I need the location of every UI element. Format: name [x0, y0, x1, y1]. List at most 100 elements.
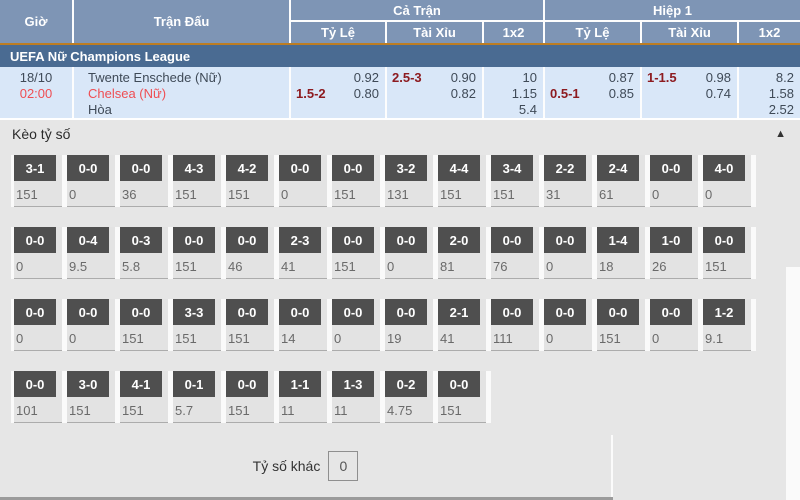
score-odds-cell[interactable]: 0-00: [544, 299, 597, 351]
score-chip[interactable]: 2-0: [438, 227, 480, 253]
away-team[interactable]: Chelsea (Nữ): [88, 86, 289, 102]
score-chip[interactable]: 0-0: [703, 227, 745, 253]
score-chip[interactable]: 0-0: [597, 299, 639, 325]
score-chip[interactable]: 0-0: [120, 155, 162, 181]
score-odds-cell[interactable]: 1-026: [650, 227, 703, 279]
score-chip[interactable]: 0-0: [67, 155, 109, 181]
score-chip[interactable]: 0-0: [173, 227, 215, 253]
score-chip[interactable]: 0-0: [14, 227, 56, 253]
score-odds-cell[interactable]: 1-111: [279, 371, 332, 423]
score-odds-cell[interactable]: 2-461: [597, 155, 650, 207]
score-odds-cell[interactable]: 0-0111: [491, 299, 544, 351]
score-odds-cell[interactable]: 0-0151: [438, 371, 491, 423]
correct-score-header[interactable]: Kèo tỷ số ▲: [0, 120, 800, 147]
chevron-up-icon[interactable]: ▲: [775, 128, 786, 140]
half-handicap-cell[interactable]: 0.5-1 0.87 0.85: [545, 67, 640, 118]
score-odds-cell[interactable]: 0-076: [491, 227, 544, 279]
score-odds-cell[interactable]: 0-49.5: [67, 227, 120, 279]
score-odds-cell[interactable]: 0-00: [67, 155, 120, 207]
score-chip[interactable]: 0-0: [544, 299, 586, 325]
score-odds-cell[interactable]: 3-2131: [385, 155, 438, 207]
score-chip[interactable]: 0-0: [491, 299, 533, 325]
score-chip[interactable]: 4-0: [703, 155, 745, 181]
score-odds-cell[interactable]: 0-0151: [332, 155, 385, 207]
score-odds-cell[interactable]: 0-0151: [173, 227, 226, 279]
score-chip[interactable]: 0-0: [650, 155, 692, 181]
full-overunder-cell[interactable]: 2.5-3 0.90 0.82: [387, 67, 482, 118]
score-chip[interactable]: 0-0: [67, 299, 109, 325]
score-chip[interactable]: 0-0: [226, 299, 268, 325]
full-1x2-draw[interactable]: 5.4: [484, 102, 537, 118]
full-under-odds[interactable]: 0.82: [387, 86, 476, 102]
score-odds-cell[interactable]: 0-35.8: [120, 227, 173, 279]
score-odds-cell[interactable]: 4-2151: [226, 155, 279, 207]
home-team[interactable]: Twente Enschede (Nữ): [88, 70, 289, 86]
half-1x2-draw[interactable]: 2.52: [739, 102, 794, 118]
score-chip[interactable]: 0-0: [491, 227, 533, 253]
score-odds-cell[interactable]: 4-00: [703, 155, 756, 207]
score-odds-cell[interactable]: 1-418: [597, 227, 650, 279]
score-chip[interactable]: 0-0: [438, 371, 480, 397]
score-chip[interactable]: 0-0: [385, 299, 427, 325]
score-chip[interactable]: 0-0: [14, 299, 56, 325]
score-chip[interactable]: 4-4: [438, 155, 480, 181]
score-chip[interactable]: 0-0: [332, 299, 374, 325]
score-odds-cell[interactable]: 0-00: [11, 227, 67, 279]
score-odds-cell[interactable]: 0-0151: [703, 227, 756, 279]
full-handicap-odds-home[interactable]: 0.92: [291, 70, 379, 86]
score-odds-cell[interactable]: 3-4151: [491, 155, 544, 207]
score-chip[interactable]: 0-2: [385, 371, 427, 397]
score-chip[interactable]: 0-0: [650, 299, 692, 325]
score-odds-cell[interactable]: 0-0151: [332, 227, 385, 279]
full-1x2-cell[interactable]: 10 1.15 5.4: [484, 67, 543, 118]
full-1x2-home[interactable]: 10: [484, 70, 537, 86]
half-1x2-cell[interactable]: 8.2 1.58 2.52: [739, 67, 800, 118]
score-chip[interactable]: 1-2: [703, 299, 745, 325]
score-chip[interactable]: 0-4: [67, 227, 109, 253]
score-chip[interactable]: 0-1: [173, 371, 215, 397]
score-chip[interactable]: 2-2: [544, 155, 586, 181]
score-odds-cell[interactable]: 0-046: [226, 227, 279, 279]
score-chip[interactable]: 2-3: [279, 227, 321, 253]
score-chip[interactable]: 0-0: [332, 227, 374, 253]
score-odds-cell[interactable]: 4-1151: [120, 371, 173, 423]
score-odds-cell[interactable]: 0-00: [650, 155, 703, 207]
score-chip[interactable]: 1-4: [597, 227, 639, 253]
score-chip[interactable]: 0-0: [332, 155, 374, 181]
score-odds-cell[interactable]: 0-036: [120, 155, 173, 207]
score-odds-cell[interactable]: 0-15.7: [173, 371, 226, 423]
score-chip[interactable]: 3-2: [385, 155, 427, 181]
half-under-odds[interactable]: 0.74: [642, 86, 731, 102]
score-chip[interactable]: 4-2: [226, 155, 268, 181]
score-odds-cell[interactable]: 1-311: [332, 371, 385, 423]
score-chip[interactable]: 2-4: [597, 155, 639, 181]
score-odds-cell[interactable]: 0-0151: [226, 299, 279, 351]
score-odds-cell[interactable]: 0-00: [11, 299, 67, 351]
score-chip[interactable]: 0-0: [279, 299, 321, 325]
score-chip[interactable]: 0-0: [385, 227, 427, 253]
half-1x2-away[interactable]: 1.58: [739, 86, 794, 102]
score-odds-cell[interactable]: 0-014: [279, 299, 332, 351]
score-chip[interactable]: 0-0: [14, 371, 56, 397]
full-1x2-away[interactable]: 1.15: [484, 86, 537, 102]
score-odds-cell[interactable]: 0-00: [385, 227, 438, 279]
score-odds-cell[interactable]: 0-0151: [597, 299, 650, 351]
score-chip[interactable]: 1-0: [650, 227, 692, 253]
score-chip[interactable]: 2-1: [438, 299, 480, 325]
score-odds-cell[interactable]: 0-24.75: [385, 371, 438, 423]
score-chip[interactable]: 0-0: [226, 227, 268, 253]
score-chip[interactable]: 0-0: [120, 299, 162, 325]
score-chip[interactable]: 0-0: [279, 155, 321, 181]
score-odds-cell[interactable]: 1-29.1: [703, 299, 756, 351]
score-chip[interactable]: 3-0: [67, 371, 109, 397]
score-chip[interactable]: 0-0: [226, 371, 268, 397]
score-odds-cell[interactable]: 4-4151: [438, 155, 491, 207]
full-handicap-cell[interactable]: 1.5-2 0.92 0.80: [291, 67, 385, 118]
score-odds-cell[interactable]: 3-0151: [67, 371, 120, 423]
score-chip[interactable]: 4-3: [173, 155, 215, 181]
score-odds-cell[interactable]: 2-081: [438, 227, 491, 279]
score-chip[interactable]: 3-3: [173, 299, 215, 325]
score-chip[interactable]: 4-1: [120, 371, 162, 397]
score-odds-cell[interactable]: 2-231: [544, 155, 597, 207]
other-score-box[interactable]: 0: [328, 451, 358, 481]
